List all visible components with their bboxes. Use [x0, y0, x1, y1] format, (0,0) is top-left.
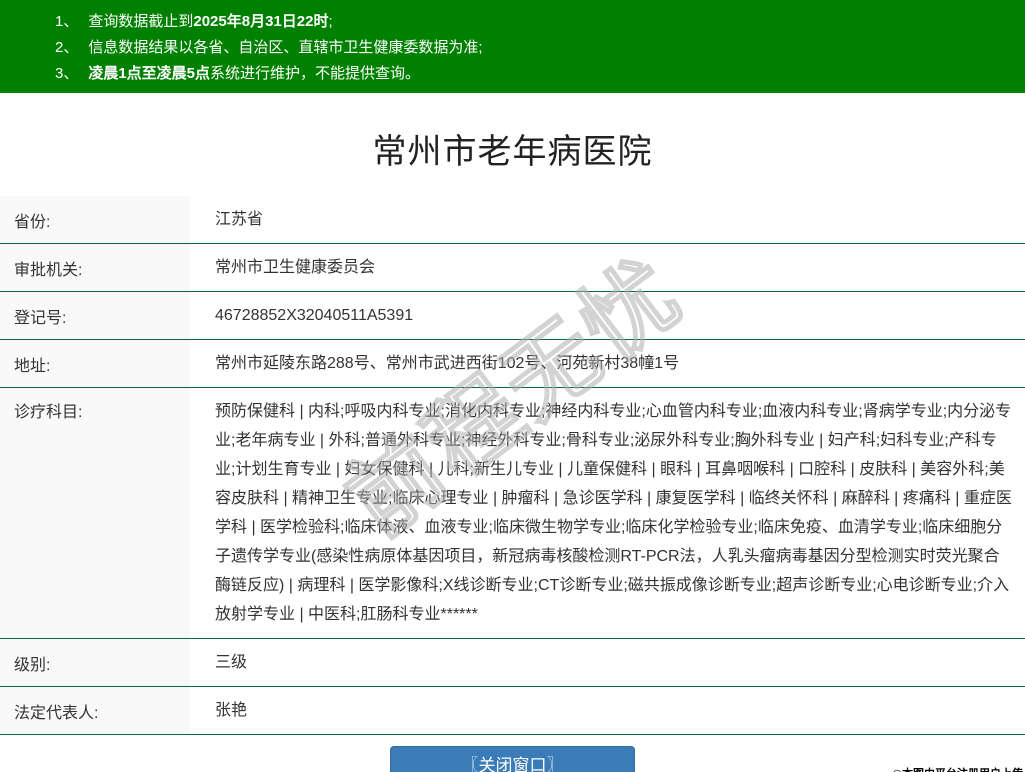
table-row-level: 级别: 三级	[0, 639, 1025, 687]
row-label: 法定代表人:	[0, 687, 190, 734]
notice-item: 3、 凌晨1点至凌晨5点系统进行维护，不能提供查询。	[55, 61, 1025, 87]
row-value: 预防保健科 | 内科;呼吸内科专业;消化内科专业;神经内科专业;心血管内科专业;…	[215, 403, 1012, 623]
notice-text-bold: 凌晨1点至凌晨5点	[88, 65, 211, 82]
row-value: 常州市延陵东路288号、常州市武进西街102号、河苑新村38幢1号	[215, 355, 680, 372]
notice-text: 系统进行维护，不能提供查询。	[210, 65, 421, 82]
row-label: 审批机关:	[0, 244, 190, 291]
notice-text-bold: 2025年8月31日22时	[193, 13, 329, 30]
row-value: 江苏省	[215, 211, 264, 228]
notice-number: 3、	[55, 65, 79, 82]
table-row-departments: 诊疗科目: 预防保健科 | 内科;呼吸内科专业;消化内科专业;神经内科专业;心血…	[0, 388, 1025, 639]
notice-text: 信息数据结果以各省、自治区、直辖市卫生健康委数据为准;	[88, 39, 483, 56]
page: 1、 查询数据截止到2025年8月31日22时; 2、 信息数据结果以各省、自治区、…	[0, 0, 1025, 772]
table-row-province: 省份: 江苏省	[0, 196, 1025, 244]
row-label: 诊疗科目:	[0, 388, 190, 638]
page-title: 常州市老年病医院	[372, 133, 653, 171]
row-label: 省份:	[0, 196, 190, 243]
notice-text: 查询数据截止到	[88, 13, 194, 30]
table-row-legal-representative: 法定代表人: 张艳	[0, 687, 1025, 735]
row-label: 级别:	[0, 639, 190, 686]
table-row-address: 地址: 常州市延陵东路288号、常州市武进西街102号、河苑新村38幢1号	[0, 340, 1025, 388]
hospital-details-table: 省份: 江苏省 审批机关: 常州市卫生健康委员会 登记号: 46728852X3…	[0, 196, 1025, 735]
notice-item: 1、 查询数据截止到2025年8月31日22时;	[55, 9, 1025, 35]
notice-bar: 1、 查询数据截止到2025年8月31日22时; 2、 信息数据结果以各省、自治区、…	[0, 0, 1025, 93]
close-window-button[interactable]: 〖关闭窗口〗	[390, 746, 635, 772]
row-value: 三级	[215, 654, 248, 671]
row-value: 46728852X32040511A5391	[215, 307, 414, 324]
notice-text: ;	[328, 13, 333, 30]
table-row-approval-authority: 审批机关: 常州市卫生健康委员会	[0, 244, 1025, 292]
notice-number: 1、	[55, 13, 79, 30]
row-value: 常州市卫生健康委员会	[215, 259, 376, 276]
notice-item: 2、 信息数据结果以各省、自治区、直辖市卫生健康委数据为准;	[55, 35, 1025, 61]
upload-note: ◎本图由平台注册用户上传	[892, 765, 1023, 772]
notice-number: 2、	[55, 39, 79, 56]
row-value: 张艳	[215, 702, 248, 719]
table-row-registration-number: 登记号: 46728852X32040511A5391	[0, 292, 1025, 340]
row-label: 地址:	[0, 340, 190, 387]
row-label: 登记号:	[0, 292, 190, 339]
footer: 〖关闭窗口〗 ◎本图由平台注册用户上传	[0, 746, 1025, 772]
